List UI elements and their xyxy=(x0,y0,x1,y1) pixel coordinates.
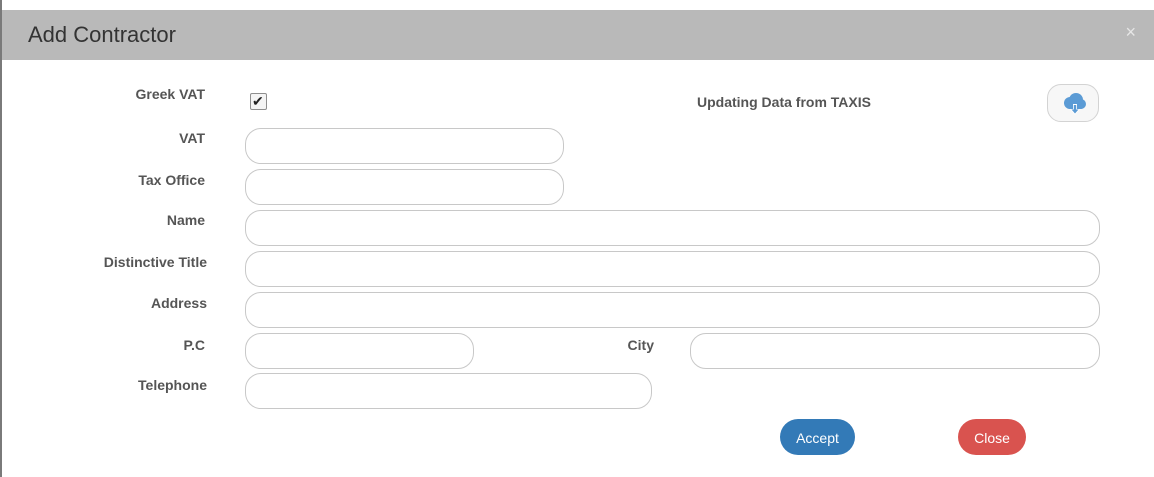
vat-label: VAT xyxy=(179,130,205,146)
check-mark-icon: ✔ xyxy=(252,93,264,109)
tax-office-input[interactable] xyxy=(245,169,564,205)
modal-header: Add Contractor × xyxy=(2,10,1154,60)
name-label: Name xyxy=(166,212,205,228)
distinctive-title-input[interactable] xyxy=(245,251,1100,287)
taxis-update-button[interactable] xyxy=(1047,84,1099,122)
accept-button[interactable]: Accept xyxy=(780,419,855,455)
pc-input[interactable] xyxy=(245,333,474,369)
city-input[interactable] xyxy=(690,333,1100,369)
taxis-update-label: Updating Data from TAXIS xyxy=(697,94,871,110)
close-icon[interactable]: × xyxy=(1125,22,1136,42)
telephone-label: Telephone xyxy=(138,377,207,393)
city-label: City xyxy=(627,337,654,353)
close-button[interactable]: Close xyxy=(958,419,1026,455)
tax-office-label: Tax Office xyxy=(138,172,205,188)
distinctive-title-label: Distinctive Title xyxy=(103,254,207,270)
add-contractor-modal: Add Contractor × Greek VAT ✔ Updating Da… xyxy=(0,0,1154,477)
pc-label: P.C xyxy=(183,337,205,353)
address-input[interactable] xyxy=(245,292,1100,328)
window-edge xyxy=(0,0,2,477)
cloud-download-icon xyxy=(1064,93,1086,115)
telephone-input[interactable] xyxy=(245,373,652,409)
name-input[interactable] xyxy=(245,210,1100,246)
vat-input[interactable] xyxy=(245,128,564,164)
modal-title: Add Contractor xyxy=(28,22,176,47)
address-label: Address xyxy=(150,295,207,311)
greek-vat-checkbox[interactable]: ✔ xyxy=(250,93,267,110)
greek-vat-label: Greek VAT xyxy=(135,86,205,102)
